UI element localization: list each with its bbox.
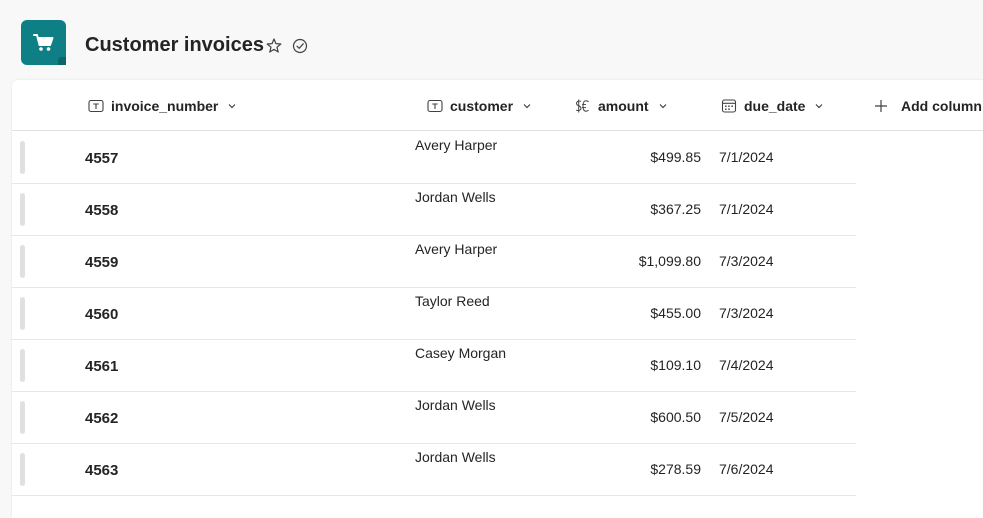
table-row[interactable]: 4560 Taylor Reed $455.00 7/3/2024 [12, 288, 856, 340]
customer-cell[interactable]: Avery Harper [415, 137, 497, 153]
invoice-number-cell[interactable]: 4562 [85, 410, 118, 427]
amount-cell[interactable]: $600.50 [650, 409, 701, 425]
check-circle-icon[interactable] [291, 37, 309, 55]
star-icon[interactable] [265, 37, 283, 55]
row-select-handle[interactable] [20, 193, 25, 226]
due-date-cell[interactable]: 7/3/2024 [719, 305, 774, 321]
page-header: Customer invoices [0, 0, 983, 80]
due-date-cell[interactable]: 7/3/2024 [719, 253, 774, 269]
chevron-down-icon [659, 103, 666, 108]
row-select-handle[interactable] [20, 453, 25, 486]
column-header-amount[interactable]: amount [572, 80, 669, 131]
customer-cell[interactable]: Jordan Wells [415, 449, 496, 465]
due-date-cell[interactable]: 7/1/2024 [719, 201, 774, 217]
table-body: 4557 Avery Harper $499.85 7/1/2024 4558 … [12, 132, 856, 496]
table-row[interactable]: 4562 Jordan Wells $600.50 7/5/2024 [12, 392, 856, 444]
column-header-row: invoice_number customer amount due_date … [12, 80, 983, 131]
invoice-number-cell[interactable]: 4561 [85, 358, 118, 375]
customer-cell[interactable]: Jordan Wells [415, 397, 496, 413]
table-row[interactable]: 4561 Casey Morgan $109.10 7/4/2024 [12, 340, 856, 392]
table-row[interactable]: 4557 Avery Harper $499.85 7/1/2024 [12, 132, 856, 184]
row-select-handle[interactable] [20, 401, 25, 434]
customer-cell[interactable]: Avery Harper [415, 241, 497, 257]
due-date-cell[interactable]: 7/5/2024 [719, 409, 774, 425]
column-header-label: invoice_number [111, 97, 219, 114]
invoice-number-cell[interactable]: 4563 [85, 462, 118, 479]
shopping-cart-icon [32, 33, 53, 51]
list-panel: invoice_number customer amount due_date … [12, 80, 983, 518]
chevron-down-icon [816, 103, 823, 108]
page-title: Customer invoices [85, 34, 264, 56]
row-select-handle[interactable] [20, 141, 25, 174]
column-header-invoice-number[interactable]: invoice_number [87, 80, 238, 131]
customer-cell[interactable]: Taylor Reed [415, 293, 490, 309]
row-select-handle[interactable] [20, 349, 25, 382]
invoice-number-cell[interactable]: 4559 [85, 254, 118, 271]
due-date-cell[interactable]: 7/1/2024 [719, 149, 774, 165]
chevron-down-icon [523, 103, 531, 108]
amount-cell[interactable]: $499.85 [650, 149, 701, 165]
customer-cell[interactable]: Casey Morgan [415, 345, 506, 361]
add-column-button[interactable]: Add column [873, 80, 982, 131]
column-header-label: customer [450, 97, 514, 114]
amount-cell[interactable]: $278.59 [650, 461, 701, 477]
chevron-down-icon [228, 103, 236, 108]
row-select-handle[interactable] [20, 245, 25, 278]
table-row[interactable]: 4559 Avery Harper $1,099.80 7/3/2024 [12, 236, 856, 288]
currency-icon [575, 99, 589, 112]
text-type-icon [88, 99, 104, 112]
column-header-customer[interactable]: customer [426, 80, 533, 131]
amount-cell[interactable]: $1,099.80 [639, 253, 701, 269]
column-header-due-date[interactable]: due_date [720, 80, 825, 131]
row-select-handle[interactable] [20, 297, 25, 330]
invoice-number-cell[interactable]: 4560 [85, 306, 118, 323]
column-header-label: due_date [744, 97, 806, 114]
column-header-label: amount [598, 97, 649, 114]
invoice-number-cell[interactable]: 4557 [85, 150, 118, 167]
add-column-label: Add column [901, 97, 982, 114]
amount-cell[interactable]: $109.10 [650, 357, 701, 373]
invoice-number-cell[interactable]: 4558 [85, 202, 118, 219]
table-row[interactable]: 4563 Jordan Wells $278.59 7/6/2024 [12, 444, 856, 496]
amount-cell[interactable]: $367.25 [650, 201, 701, 217]
customer-cell[interactable]: Jordan Wells [415, 189, 496, 205]
plus-icon [875, 99, 887, 112]
table-row[interactable]: 4558 Jordan Wells $367.25 7/1/2024 [12, 184, 856, 236]
due-date-cell[interactable]: 7/6/2024 [719, 461, 774, 477]
text-type-icon [427, 99, 443, 112]
due-date-cell[interactable]: 7/4/2024 [719, 357, 774, 373]
calendar-icon [721, 98, 737, 113]
amount-cell[interactable]: $455.00 [650, 305, 701, 321]
app-logo[interactable] [21, 20, 66, 65]
